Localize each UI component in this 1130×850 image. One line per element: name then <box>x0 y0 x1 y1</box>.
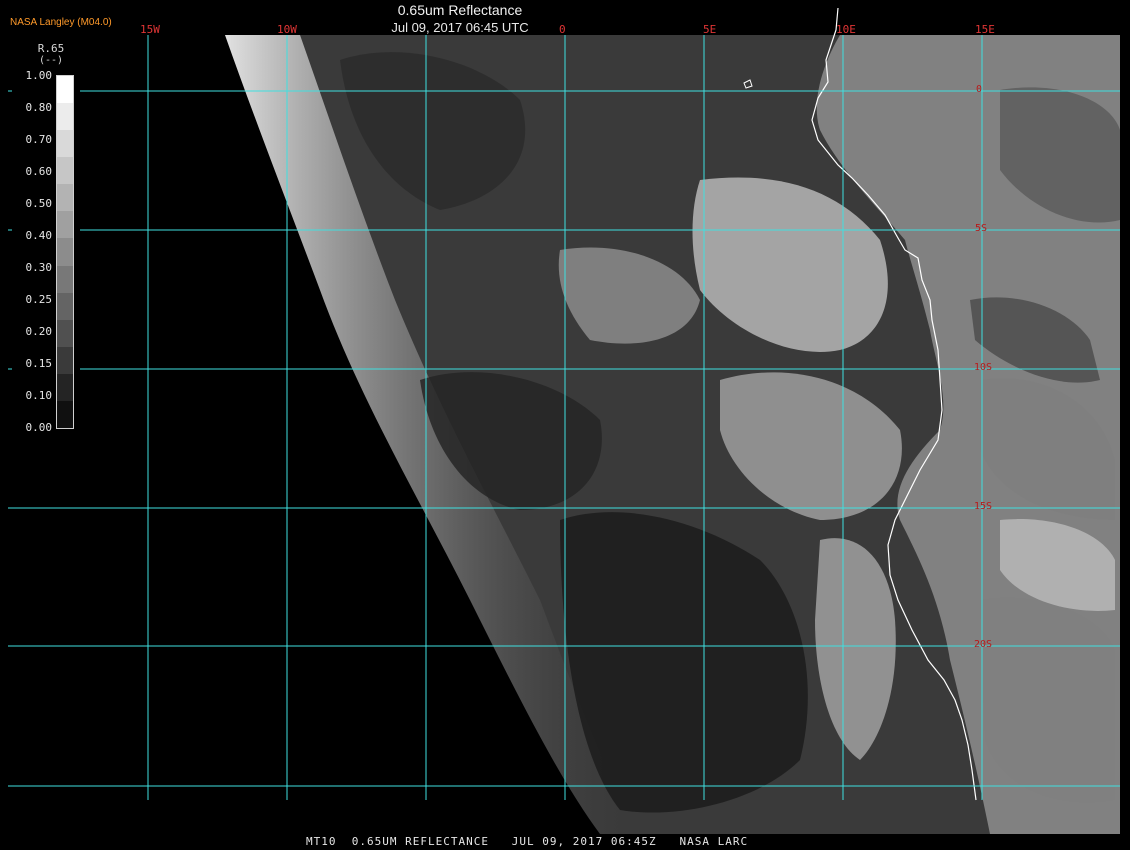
lon-label-0: 0 <box>559 23 566 36</box>
legend-tick-labels: 1.00 0.80 0.70 0.60 0.50 0.40 0.30 0.25 … <box>14 68 53 434</box>
legend-color-bar <box>56 75 74 429</box>
legend-title: R.65 <box>37 42 65 55</box>
legend-tick: 0.15 <box>25 357 53 370</box>
lat-label-0: 0 <box>976 84 983 95</box>
legend-swatch <box>57 211 73 239</box>
footer-bar: MT10 0.65UM REFLECTANCE JUL 09, 2017 06:… <box>0 834 1130 850</box>
legend-swatch <box>57 184 73 212</box>
legend-swatch <box>57 319 73 347</box>
legend-swatch <box>57 373 73 401</box>
source-label: NASA Langley (M04.0) <box>10 17 112 28</box>
legend-swatch <box>57 346 73 374</box>
legend-swatch <box>57 400 73 429</box>
color-scale-legend: R.65 (--) 1.00 0.80 0.70 0.60 0.50 0.40 … <box>12 38 80 440</box>
legend-tick: 1.00 <box>25 69 53 82</box>
lon-label-15w: 15W <box>140 23 160 36</box>
legend-swatch <box>57 265 73 293</box>
legend-tick: 0.10 <box>25 389 53 402</box>
lon-label-10w: 10W <box>277 23 297 36</box>
legend-tick: 0.40 <box>25 229 53 242</box>
legend-swatch <box>57 238 73 266</box>
legend-units: (--) <box>38 55 64 66</box>
legend-tick: 0.00 <box>25 421 53 434</box>
legend-swatch <box>57 292 73 320</box>
legend-swatch <box>57 76 73 104</box>
satellite-image <box>8 7 1120 834</box>
legend-tick: 0.50 <box>25 197 53 210</box>
legend-tick: 0.80 <box>25 101 53 114</box>
legend-swatch <box>57 103 73 131</box>
lon-label-10e: 10E <box>836 23 856 36</box>
legend-tick: 0.20 <box>25 325 53 338</box>
product-title: 0.65um Reflectance <box>397 2 523 18</box>
legend-tick: 0.70 <box>25 133 53 146</box>
legend-tick: 0.60 <box>25 165 53 178</box>
legend-tick: 0.30 <box>25 261 53 274</box>
lat-label-15s: 15S <box>974 501 993 512</box>
legend-tick: 0.25 <box>25 293 53 306</box>
lon-label-15e: 15E <box>975 23 995 36</box>
lat-label-5s: 5S <box>975 223 988 234</box>
legend-swatch <box>57 130 73 158</box>
lon-label-5e: 5E <box>703 23 717 36</box>
legend-swatch <box>57 157 73 185</box>
lat-label-10s: 10S <box>974 362 993 373</box>
lat-label-20s: 20S <box>974 639 993 650</box>
footer-caption: MT10 0.65UM REFLECTANCE JUL 09, 2017 06:… <box>306 835 749 848</box>
observation-time: Jul 09, 2017 06:45 UTC <box>391 20 529 35</box>
